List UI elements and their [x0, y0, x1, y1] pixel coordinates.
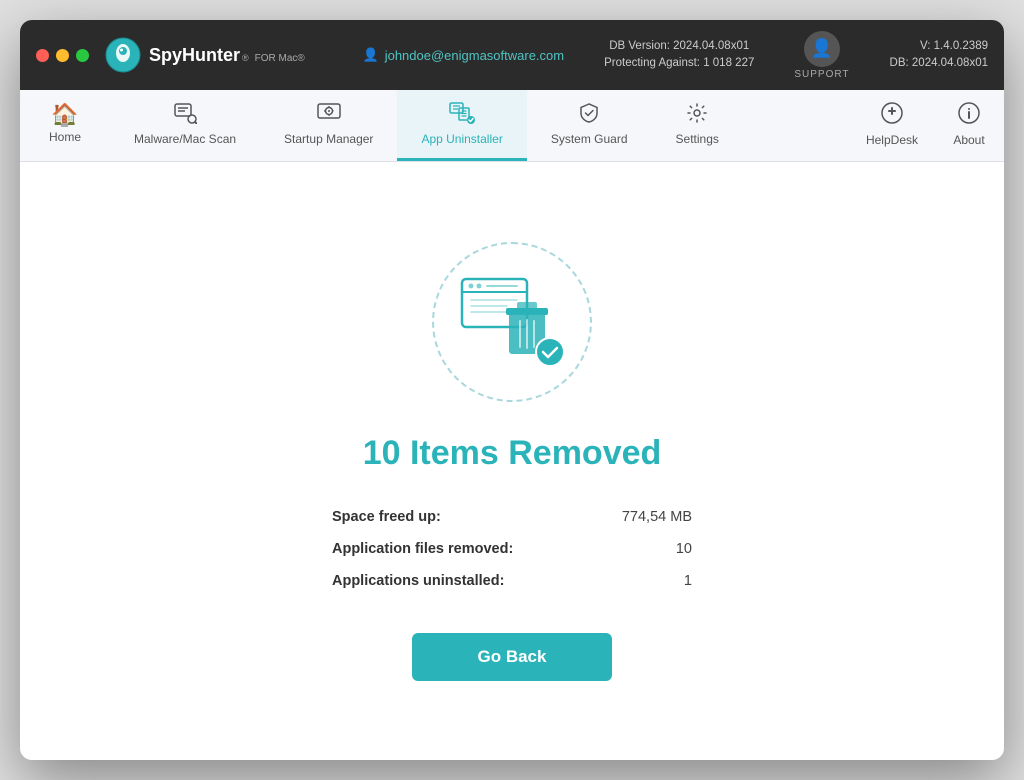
nav-label-app-uninstaller: App Uninstaller	[421, 132, 502, 146]
support-label: SUPPORT	[794, 69, 849, 80]
system-guard-icon	[578, 102, 600, 128]
nav-label-about: About	[953, 133, 984, 147]
app-window: SpyHunter ® FOR Mac® 👤 johndoe@enigmasof…	[20, 20, 1004, 760]
user-info: 👤 johndoe@enigmasoftware.com	[363, 47, 565, 63]
nav-spacer	[743, 90, 850, 161]
support-area[interactable]: 👤 SUPPORT	[794, 31, 849, 80]
nav-item-settings[interactable]: Settings	[652, 90, 743, 161]
stat-value-files: 10	[676, 541, 692, 557]
logo-for-mac: FOR Mac®	[255, 53, 305, 64]
protecting-label: Protecting Against: 1 018 227	[604, 55, 754, 72]
stat-label-apps: Applications uninstalled:	[332, 573, 504, 589]
nav-label-startup: Startup Manager	[284, 132, 373, 146]
stats-table: Space freed up: 774,54 MB Application fi…	[332, 501, 692, 597]
nav-label-helpdesk: HelpDesk	[866, 133, 918, 147]
stat-value-space: 774,54 MB	[622, 509, 692, 525]
go-back-button[interactable]: Go Back	[412, 633, 612, 681]
stat-row-space: Space freed up: 774,54 MB	[332, 501, 692, 533]
result-icon-container	[432, 242, 592, 402]
minimize-button[interactable]	[56, 49, 69, 62]
window-controls	[36, 49, 89, 62]
stat-label-files: Application files removed:	[332, 541, 513, 557]
logo-registered: ®	[242, 53, 249, 63]
spyhunter-logo-icon	[105, 37, 141, 73]
db-version: DB Version: 2024.04.08x01	[604, 38, 754, 55]
result-title: 10 Items Removed	[363, 434, 662, 473]
user-email: johndoe@enigmasoftware.com	[385, 48, 564, 63]
nav-label-home: Home	[49, 130, 81, 144]
malware-scan-icon	[173, 102, 197, 128]
nav-item-home[interactable]: 🏠 Home	[20, 90, 110, 161]
about-icon	[957, 101, 981, 129]
logo-area: SpyHunter ® FOR Mac®	[105, 37, 305, 73]
settings-icon	[686, 102, 708, 128]
support-icon: 👤	[804, 31, 840, 67]
nav-label-settings: Settings	[676, 132, 719, 146]
stat-value-apps: 1	[684, 573, 692, 589]
nav-bar: 🏠 Home Malware/Mac Scan	[20, 90, 1004, 162]
stat-row-apps: Applications uninstalled: 1	[332, 565, 692, 597]
stat-label-space: Space freed up:	[332, 509, 441, 525]
logo-brand: SpyHunter	[149, 45, 240, 66]
nav-item-helpdesk[interactable]: HelpDesk	[850, 90, 934, 161]
stat-row-files: Application files removed: 10	[332, 533, 692, 565]
nav-label-malware: Malware/Mac Scan	[134, 132, 236, 146]
db-date: DB: 2024.04.08x01	[890, 55, 988, 72]
startup-manager-icon	[317, 102, 341, 128]
main-content: 10 Items Removed Space freed up: 774,54 …	[20, 162, 1004, 760]
helpdesk-icon	[880, 101, 904, 129]
app-uninstaller-icon	[449, 102, 475, 128]
db-info: DB Version: 2024.04.08x01 Protecting Aga…	[604, 38, 754, 73]
nav-item-about[interactable]: About	[934, 90, 1004, 161]
version-info: V: 1.4.0.2389 DB: 2024.04.08x01	[890, 38, 988, 73]
version-number: V: 1.4.0.2389	[890, 38, 988, 55]
nav-label-system-guard: System Guard	[551, 132, 628, 146]
title-bar: SpyHunter ® FOR Mac® 👤 johndoe@enigmasof…	[20, 20, 1004, 90]
home-icon: 🏠	[51, 104, 78, 126]
nav-item-malware-scan[interactable]: Malware/Mac Scan	[110, 90, 260, 161]
result-illustration	[457, 274, 567, 369]
close-button[interactable]	[36, 49, 49, 62]
nav-item-startup-manager[interactable]: Startup Manager	[260, 90, 397, 161]
logo-text-area: SpyHunter ® FOR Mac®	[149, 45, 305, 66]
nav-item-app-uninstaller[interactable]: App Uninstaller	[397, 90, 526, 161]
user-icon: 👤	[363, 47, 379, 63]
maximize-button[interactable]	[76, 49, 89, 62]
nav-item-system-guard[interactable]: System Guard	[527, 90, 652, 161]
